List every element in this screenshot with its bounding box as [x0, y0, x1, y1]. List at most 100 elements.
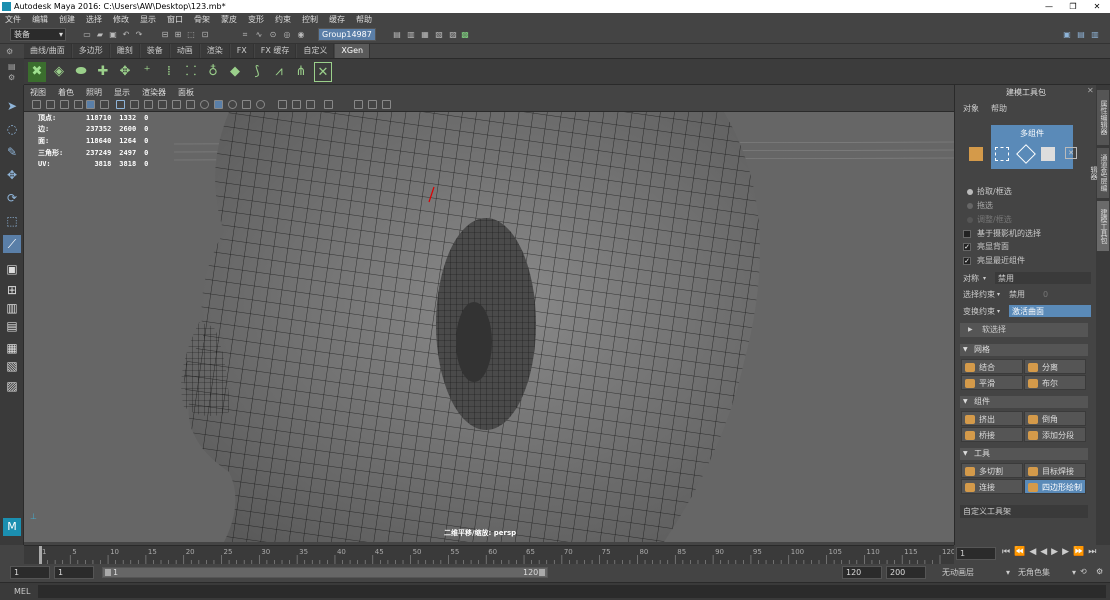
xgen-toggle-icon[interactable]: ✕: [314, 62, 332, 82]
step-forward-key-icon[interactable]: ⏩: [1073, 547, 1084, 557]
single-view-icon[interactable]: ▣: [3, 260, 21, 278]
current-frame-field[interactable]: 1: [956, 547, 996, 560]
rotate-tool-icon[interactable]: ⟳: [3, 189, 21, 207]
smooth-button[interactable]: 平滑: [961, 375, 1023, 390]
check-highlight-nearest[interactable]: ✓ 亮显最近组件: [963, 255, 1093, 267]
xray-icon[interactable]: [368, 100, 377, 109]
minimize-icon[interactable]: —: [1038, 0, 1060, 13]
menu-help[interactable]: 帮助: [356, 13, 372, 26]
paint-select-icon[interactable]: ✎: [3, 143, 21, 161]
menu-deform[interactable]: 变形: [248, 13, 264, 26]
boolean-button[interactable]: 布尔: [1024, 375, 1086, 390]
shelf-tab-polygons[interactable]: 多边形: [72, 44, 110, 58]
custom-shelf-button[interactable]: 自定义工具架: [960, 505, 1088, 518]
grid-icon[interactable]: [116, 100, 125, 109]
lasso-tool-icon[interactable]: ◌: [3, 120, 21, 138]
screen-space-ao-icon[interactable]: [292, 100, 301, 109]
xgen-create-description-icon[interactable]: ◈: [50, 62, 68, 82]
object-mode-icon[interactable]: [969, 147, 983, 161]
side-tab-channel-box[interactable]: 通道盒/层编辑器: [1090, 148, 1109, 198]
menu-modify[interactable]: 修改: [113, 13, 129, 26]
uv-mode-icon[interactable]: ✕: [1065, 147, 1077, 159]
shelf-tab-sculpting[interactable]: 雕刻: [110, 44, 140, 58]
undo-icon[interactable]: ↶: [121, 29, 131, 40]
select-object-icon[interactable]: ⊞: [173, 29, 183, 40]
image-plane-icon[interactable]: [74, 100, 83, 109]
xgen-add-guide-icon[interactable]: ✚: [94, 62, 112, 82]
menu-window[interactable]: 窗口: [167, 13, 183, 26]
menu-control[interactable]: 控制: [302, 13, 318, 26]
save-scene-icon[interactable]: ▣: [108, 29, 118, 40]
maximize-icon[interactable]: ❐: [1062, 0, 1084, 13]
history-icon[interactable]: ▤: [392, 29, 402, 40]
menu-create[interactable]: 创建: [59, 13, 75, 26]
shelf-tab-fx[interactable]: FX: [230, 44, 254, 58]
anti-alias-icon[interactable]: [324, 100, 333, 109]
ipr-render-icon[interactable]: ▧: [434, 29, 444, 40]
select-constraint-value[interactable]: 0: [1043, 288, 1048, 301]
shelf-tab-rendering[interactable]: 渲染: [200, 44, 230, 58]
hypershade-icon[interactable]: ▩: [460, 29, 470, 40]
menu-set-dropdown[interactable]: 装备 ▾: [10, 28, 66, 41]
shadows-icon[interactable]: [278, 100, 287, 109]
add-divisions-button[interactable]: 添加分段: [1024, 427, 1086, 442]
open-scene-icon[interactable]: ▰: [95, 29, 105, 40]
separate-button[interactable]: 分离: [1024, 359, 1086, 374]
move-tool-icon[interactable]: ✥: [3, 166, 21, 184]
bookmark-icon[interactable]: [60, 100, 69, 109]
isolate-select-icon[interactable]: [354, 100, 363, 109]
shelf-tab-xgen[interactable]: XGen: [335, 44, 371, 58]
resolution-gate-icon[interactable]: [144, 100, 153, 109]
motion-blur-icon[interactable]: [306, 100, 315, 109]
quad-draw-button[interactable]: 四边形绘制: [1024, 479, 1086, 494]
command-input[interactable]: [38, 585, 1106, 598]
multi-cut-button[interactable]: 多切割: [961, 463, 1023, 478]
film-gate-icon[interactable]: [130, 100, 139, 109]
wireframe-icon[interactable]: [200, 100, 209, 109]
connect-button[interactable]: 连接: [961, 479, 1023, 494]
side-by-side-icon[interactable]: ▥: [3, 299, 21, 317]
textured-icon[interactable]: [242, 100, 251, 109]
radio-tweak-marquee[interactable]: 调整/框选: [965, 214, 1095, 226]
xgen-lock-guide-icon[interactable]: ♁: [204, 62, 222, 82]
select-camera-icon[interactable]: [32, 100, 41, 109]
gate-mask-icon[interactable]: [158, 100, 167, 109]
two-d-pan-zoom-icon[interactable]: [86, 100, 95, 109]
snap-view-plane-icon[interactable]: ◎: [282, 29, 292, 40]
toolkit-close-icon[interactable]: ✕: [1087, 86, 1094, 95]
step-back-key-icon[interactable]: ⏪: [1014, 547, 1025, 557]
select-hierarchy-icon[interactable]: ⊟: [160, 29, 170, 40]
current-time-marker[interactable]: [39, 546, 42, 565]
playback-end-field[interactable]: 120: [842, 566, 882, 579]
shelf-tab-fx-caching[interactable]: FX 缓存: [254, 44, 297, 58]
xgen-comb-icon[interactable]: ⋔: [292, 62, 310, 82]
snap-point-icon[interactable]: ⊙: [268, 29, 278, 40]
symmetry-dropdown[interactable]: 禁用: [995, 272, 1091, 284]
section-tools[interactable]: 工具: [960, 448, 1088, 460]
time-slider[interactable]: 1 5 10 15 20 25 30 35 40 45 50 55 60 65 70 75 80 85 90 95 10…: [24, 545, 954, 565]
grease-pencil-icon[interactable]: [100, 100, 109, 109]
menu-skin[interactable]: 蒙皮: [221, 13, 237, 26]
xgen-rebuild-icon[interactable]: ⟆: [248, 62, 266, 82]
radio-pick-marquee[interactable]: 拾取/框选: [965, 186, 1095, 198]
combine-button[interactable]: 结合: [961, 359, 1023, 374]
xgen-insert-cv-icon[interactable]: ⸬: [182, 62, 200, 82]
go-to-end-icon[interactable]: ⏭: [1088, 547, 1096, 557]
toolkit-menu-help[interactable]: 帮助: [991, 103, 1007, 114]
menu-edit[interactable]: 编辑: [32, 13, 48, 26]
bevel-button[interactable]: 倒角: [1024, 411, 1086, 426]
custom-layout-icon[interactable]: ▨: [3, 377, 21, 395]
go-to-start-icon[interactable]: ⏮: [1002, 547, 1010, 557]
xgen-editor-icon[interactable]: ✖: [28, 62, 46, 82]
xgen-add-point-icon[interactable]: ⁺: [138, 62, 156, 82]
snap-live-icon[interactable]: ◉: [296, 29, 306, 40]
check-camera-based[interactable]: 基于摄影机的选择: [963, 228, 1093, 240]
side-tab-modeling-toolkit[interactable]: 建模工具包: [1097, 201, 1109, 251]
redo-icon[interactable]: ↷: [134, 29, 144, 40]
extrude-button[interactable]: 挤出: [961, 411, 1023, 426]
section-mesh[interactable]: 网格: [960, 344, 1088, 356]
radio-drag[interactable]: 拖选: [965, 200, 1095, 212]
select-constraint-dropdown[interactable]: 禁用: [1009, 288, 1025, 301]
anim-layer-dropdown[interactable]: 无动画层 ▾: [942, 567, 1010, 578]
playback-start-field[interactable]: 1: [54, 566, 94, 579]
